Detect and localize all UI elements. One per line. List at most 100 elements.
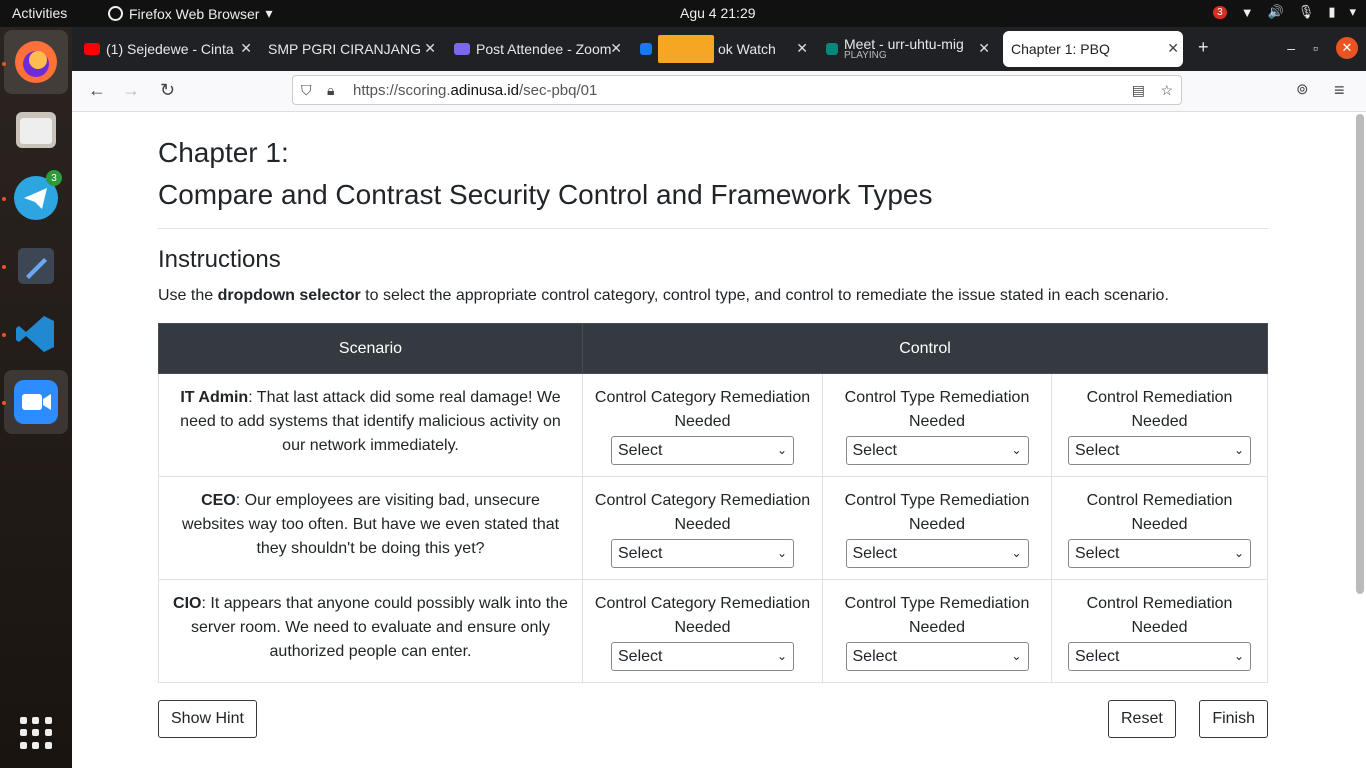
close-icon[interactable]: ✕ [1167, 40, 1179, 57]
close-icon[interactable]: ✕ [610, 40, 622, 57]
tab-title: ok Watch [718, 41, 776, 57]
telegram-badge: 3 [46, 170, 62, 186]
notification-badge[interactable]: 3 [1213, 5, 1227, 19]
dock-telegram[interactable]: 3 [4, 166, 68, 230]
table-row: CIO: It appears that anyone could possib… [158, 579, 1268, 683]
forward-icon[interactable]: → [122, 80, 140, 101]
bookmark-star-icon[interactable]: ☆ [1160, 82, 1173, 99]
instructions-heading: Instructions [158, 246, 281, 273]
close-icon[interactable]: ✕ [424, 40, 436, 57]
close-icon[interactable]: ✕ [796, 40, 808, 57]
dock-files[interactable] [4, 98, 68, 162]
type-label: Control Type Remediation Needed [844, 492, 1030, 533]
page-content: Chapter 1: Compare and Contrast Security… [72, 112, 1366, 768]
clock[interactable]: Agu 4 21:29 [680, 5, 756, 21]
main-container: Chapter 1: Compare and Contrast Security… [158, 112, 1268, 738]
dock-text-editor[interactable] [4, 234, 68, 298]
shield-icon[interactable]: ⛉ [301, 82, 312, 99]
system-tray[interactable]: 3 ▼ 🔊 🎙 ▮ ▾ [1213, 4, 1356, 20]
category-select[interactable]: Select ⌄ [611, 539, 794, 568]
new-tab-icon[interactable]: + [1198, 37, 1209, 58]
category-select[interactable]: Select ⌄ [611, 642, 794, 671]
type-select[interactable]: Select ⌄ [845, 642, 1029, 671]
tab-smp[interactable]: SMP PGRI CIRANJANG ✕ [260, 31, 440, 67]
control-cell: Control Remediation Needed Select ⌄ [1051, 373, 1268, 477]
tab-title: Meet - urr-uhtu-mig [844, 36, 964, 52]
youtube-icon [84, 43, 100, 55]
url-path: /sec-pbq/01 [518, 81, 598, 99]
dock-zoom[interactable] [4, 370, 68, 434]
chevron-down-icon: ▾ [265, 5, 273, 21]
tab-title: SMP PGRI CIRANJANG [268, 41, 421, 57]
type-select[interactable]: Select ⌄ [845, 539, 1029, 568]
close-icon[interactable]: ✕ [240, 40, 252, 57]
microphone-icon: 🎙 [1297, 4, 1315, 19]
chevron-down-icon: ⌄ [1233, 546, 1244, 560]
control-select[interactable]: Select ⌄ [1068, 436, 1251, 465]
lock-icon[interactable]: 🔒︎ [327, 82, 334, 99]
category-cell: Control Category Remediation Needed Sele… [582, 373, 823, 477]
reload-icon[interactable]: ↻ [160, 80, 175, 101]
activities-button[interactable]: Activities [12, 5, 67, 21]
wifi-icon: ▼ [1240, 4, 1254, 20]
category-label: Control Category Remediation Needed [594, 595, 811, 636]
back-icon[interactable]: ← [88, 80, 106, 101]
system-top-bar: Activities Firefox Web Browser ▾ Agu 4 2… [0, 0, 1366, 27]
scenario-cell: IT Admin: That last attack did some real… [158, 373, 583, 477]
tab-meet[interactable]: Meet - urr-uhtu-mig PLAYING ✕ [818, 31, 994, 67]
tab-title: Chapter 1: PBQ [1011, 41, 1110, 57]
chevron-down-icon: ⌄ [1011, 443, 1022, 457]
chevron-down-icon: ⌄ [776, 649, 787, 663]
type-label: Control Type Remediation Needed [844, 389, 1030, 430]
category-label: Control Category Remediation Needed [594, 492, 811, 533]
category-select[interactable]: Select ⌄ [611, 436, 794, 465]
header-scenario: Scenario [158, 323, 583, 374]
dock-firefox[interactable] [4, 30, 68, 94]
maximize-icon[interactable]: ▫ [1313, 40, 1318, 56]
dock: 3 [0, 27, 72, 768]
close-icon[interactable]: ✕ [978, 40, 990, 57]
reset-button[interactable]: Reset [1108, 700, 1176, 738]
tab-title: (1) Sejedewe - Cinta [106, 41, 234, 57]
chevron-down-icon: ⌄ [776, 443, 787, 457]
chevron-down-icon: ⌄ [1233, 649, 1244, 663]
zoom-icon [14, 380, 58, 424]
category-cell: Control Category Remediation Needed Sele… [582, 579, 823, 683]
control-select[interactable]: Select ⌄ [1068, 642, 1251, 671]
chevron-down-icon: ⌄ [776, 546, 787, 560]
finish-button[interactable]: Finish [1199, 700, 1268, 738]
scenario-cell: CEO: Our employees are visiting bad, uns… [158, 476, 583, 580]
show-apps-icon[interactable] [20, 717, 52, 749]
zoom-icon [454, 43, 470, 55]
minimize-icon[interactable]: – [1287, 40, 1295, 56]
tab-youtube[interactable]: (1) Sejedewe - Cinta ✕ [76, 31, 256, 67]
tab-watch[interactable]: ok Watch ✕ [632, 31, 812, 67]
control-cell: Control Remediation Needed Select ⌄ [1051, 476, 1268, 580]
show-hint-button[interactable]: Show Hint [158, 700, 257, 738]
url-bar[interactable]: ⛉ 🔒︎ https://scoring. adinusa.id/sec-pbq/… [292, 75, 1182, 105]
tab-playing-label: PLAYING [844, 50, 887, 61]
window-controls: – ▫ ✕ [1287, 37, 1358, 59]
control-cell: Control Remediation Needed Select ⌄ [1051, 579, 1268, 683]
category-cell: Control Category Remediation Needed Sele… [582, 476, 823, 580]
control-select[interactable]: Select ⌄ [1068, 539, 1251, 568]
chevron-down-icon: ⌄ [1011, 649, 1022, 663]
navigation-bar: ← → ↻ ⛉ 🔒︎ https://scoring. adinusa.id/se… [72, 71, 1366, 112]
url-prefix: https://scoring. [353, 81, 451, 99]
type-select[interactable]: Select ⌄ [845, 436, 1029, 465]
pocket-icon[interactable]: ⊚ [1296, 80, 1309, 98]
menu-icon[interactable]: ≡ [1334, 80, 1345, 101]
dock-vscode[interactable] [4, 302, 68, 366]
text-editor-icon [18, 248, 54, 284]
reader-view-icon[interactable]: ▤ [1132, 82, 1145, 99]
close-window-icon[interactable]: ✕ [1336, 37, 1358, 59]
app-menu[interactable]: Firefox Web Browser ▾ [108, 5, 272, 22]
scrollbar[interactable] [1356, 114, 1364, 594]
vscode-icon [16, 316, 54, 352]
tab-chapter-pbq[interactable]: Chapter 1: PBQ ✕ [1003, 31, 1183, 67]
firefox-icon [108, 6, 123, 21]
tab-zoom[interactable]: Post Attendee - Zoom ✕ [446, 31, 626, 67]
sharing-indicator-icon [658, 35, 714, 63]
control-label: Control Remediation Needed [1086, 492, 1233, 533]
tab-bar: (1) Sejedewe - Cinta ✕ SMP PGRI CIRANJAN… [72, 27, 1366, 71]
